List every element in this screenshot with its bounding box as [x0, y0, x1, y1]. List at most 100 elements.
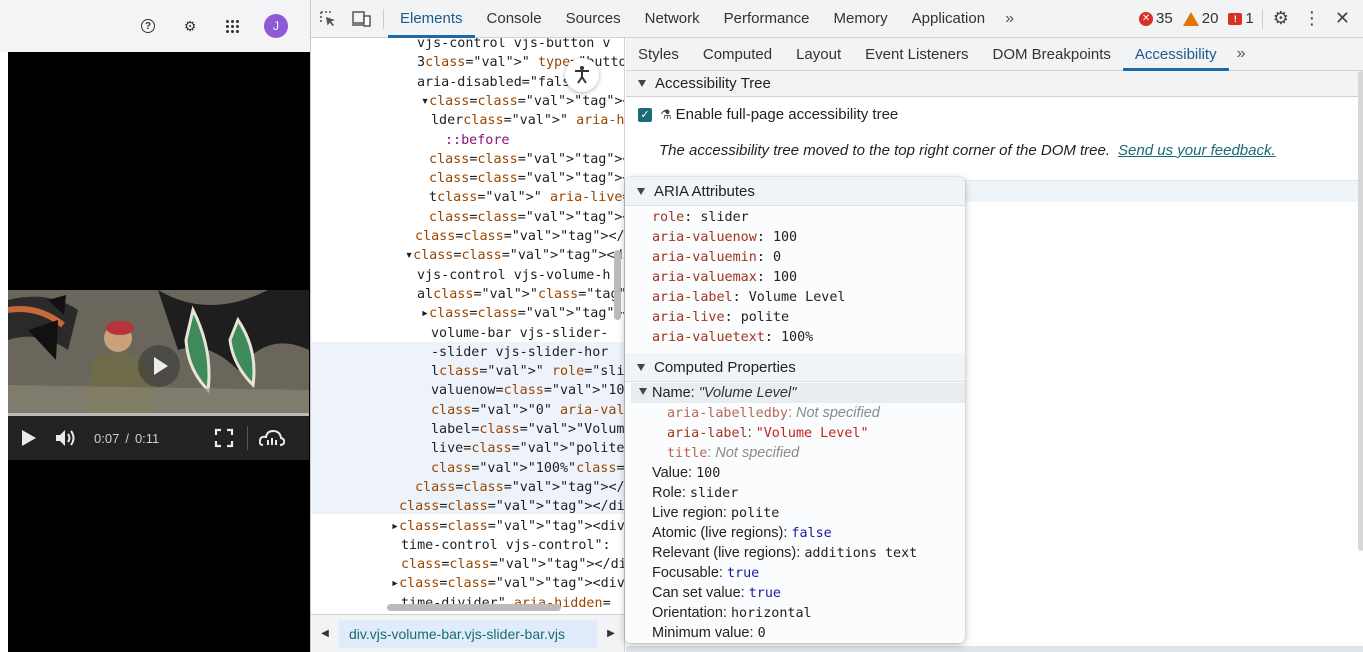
dom-node-line[interactable]: valuenow=class="val">"100" aria-va	[431, 381, 624, 400]
computed-property-row: Focusable: true	[652, 563, 759, 584]
sidebar-scrollbar[interactable]	[1358, 71, 1363, 551]
breadcrumb-left-arrow-icon[interactable]: ◀	[311, 615, 339, 652]
tab-layout[interactable]: Layout	[784, 38, 853, 71]
dom-node-line[interactable]: class=class="val">"tag"></divclass=class…	[399, 497, 624, 516]
kebab-menu-icon[interactable]: ⋮	[1303, 8, 1321, 29]
aria-attribute-row[interactable]: aria-valuemax: 100	[652, 268, 797, 288]
help-icon[interactable]: ?	[138, 16, 158, 36]
aria-attribute-row[interactable]: aria-valuetext: 100%	[652, 328, 813, 348]
computed-property-label: Value:	[652, 465, 697, 481]
dom-node-line[interactable]: lderclass="val">" aria-hidden="tru	[431, 111, 624, 130]
aria-attribute-value: 100%	[781, 330, 814, 345]
computed-property-row: Live region: polite	[652, 503, 779, 524]
aria-attributes-header[interactable]: ARIA Attributes	[625, 177, 965, 206]
breadcrumb-item[interactable]: div.vjs-volume-bar.vjs-slider-bar.vjs	[339, 619, 597, 648]
dom-node-line[interactable]: vjs-control vjs-volume-h	[417, 266, 610, 285]
dom-node-line[interactable]: ▾class=class="val">"tag"><div class="vjs…	[405, 246, 624, 265]
accessibility-tree-toggle-icon[interactable]	[565, 58, 599, 92]
dom-node-line[interactable]: time-control vjs-control":	[401, 536, 611, 555]
device-toolbar-icon[interactable]	[345, 0, 379, 38]
dom-node-line[interactable]: vjs-control vjs-button v	[417, 38, 610, 53]
video-frame	[8, 290, 309, 415]
dom-node-line[interactable]: ▾class=class="val">"tag"><span class="vj…	[421, 92, 624, 111]
tab-elements[interactable]: Elements	[388, 0, 475, 38]
dom-node-line[interactable]: class=class="val">"tag"></divclass=class…	[415, 478, 624, 497]
tab-performance[interactable]: Performance	[712, 0, 822, 38]
sidebar-more-chevron-icon[interactable]: »	[1229, 45, 1254, 63]
fullscreen-icon[interactable]	[213, 428, 235, 448]
error-count: 35	[1156, 10, 1173, 27]
dom-node-line[interactable]: volume-bar vjs-slider-	[431, 324, 608, 343]
computed-property-value: true	[748, 586, 781, 601]
dom-node-line[interactable]: lclass="val">" role="slider" aria-	[431, 362, 624, 381]
more-tabs-chevron-icon[interactable]: »	[997, 10, 1022, 28]
aria-attribute-value: 100	[772, 230, 798, 245]
aria-attribute-row[interactable]: aria-label: Volume Level	[652, 288, 846, 308]
close-icon[interactable]: ✕	[1335, 8, 1350, 29]
dom-node-line[interactable]: class=class="val">"tag"><span class="vjs…	[429, 169, 624, 188]
aria-attribute-row[interactable]: aria-valuenow: 100	[652, 228, 797, 248]
avatar[interactable]: J	[264, 14, 288, 38]
cloud-logo-icon[interactable]	[258, 429, 286, 447]
settings-gear-icon[interactable]: ⚙	[1273, 8, 1289, 29]
tab-application[interactable]: Application	[900, 0, 997, 38]
aria-attribute-row[interactable]: aria-valuemin: 0	[652, 248, 781, 268]
feedback-link[interactable]: Send us your feedback.	[1118, 142, 1276, 159]
gear-icon[interactable]: ⚙	[180, 16, 200, 36]
issue-counters[interactable]: ✕ 35 20 ! 1	[1139, 10, 1254, 27]
dom-node-line[interactable]: ▸class=class="val">"tag"><div tabindex=c…	[421, 304, 624, 323]
video-player[interactable]: 0:07 / 0:11	[8, 290, 309, 460]
dom-node-line[interactable]: class="val">"0" aria-valuemax="100	[431, 401, 624, 420]
dom-node-line[interactable]: aria-disabled="fals	[417, 73, 570, 92]
dom-node-line[interactable]: class=class="val">"tag"></divclass=class…	[401, 555, 624, 574]
dom-node-line[interactable]: class="val">"100%"class=class="val">"tag…	[431, 459, 624, 478]
warning-counter[interactable]: 20	[1182, 10, 1218, 27]
enable-tree-checkbox[interactable]: ✓	[638, 107, 652, 122]
tab-event-listeners[interactable]: Event Listeners	[853, 38, 980, 71]
video-controls: 0:07 / 0:11	[8, 416, 309, 460]
section-title: Accessibility Tree	[655, 75, 771, 92]
breadcrumb: ◀ div.vjs-volume-bar.vjs-slider-bar.vjs …	[311, 614, 624, 652]
issues-counter[interactable]: ! 1	[1228, 10, 1254, 27]
tab-accessibility[interactable]: Accessibility	[1122, 38, 1229, 71]
dom-node-line[interactable]: tclass="val">" aria-live="politeclass="v…	[429, 188, 624, 207]
dom-node-line[interactable]: ▸class=class="val">"tag"><div class="vjs…	[391, 517, 624, 536]
aria-attribute-row[interactable]: role: slider	[652, 208, 749, 228]
computed-properties-header[interactable]: Computed Properties	[625, 353, 965, 382]
name-row[interactable]: Name: "Volume Level"	[639, 383, 796, 403]
dom-node-line[interactable]: class=class="val">"tag"></spanclass=clas…	[429, 150, 624, 169]
aria-attribute-name: aria-live	[652, 310, 725, 325]
tab-dom-breakpoints[interactable]: DOM Breakpoints	[981, 38, 1123, 71]
error-counter[interactable]: ✕ 35	[1139, 10, 1173, 27]
tab-styles[interactable]: Styles	[626, 38, 691, 71]
tab-memory[interactable]: Memory	[822, 0, 900, 38]
dom-node-line[interactable]: ::before	[445, 131, 510, 150]
dom-node-line[interactable]: -slider vjs-slider-hor	[431, 343, 608, 362]
apps-grid-icon[interactable]	[222, 16, 242, 36]
tab-computed[interactable]: Computed	[691, 38, 784, 71]
dom-node-line[interactable]: class=class="val">"tag"></buttonclass=cl…	[415, 227, 624, 246]
dom-node-line[interactable]: alclass="val">"class="tag">> flex	[417, 285, 624, 304]
inspect-element-icon[interactable]	[311, 0, 345, 38]
computed-property-label: Focusable:	[652, 565, 727, 581]
enable-full-page-tree-row[interactable]: ✓ ⚗ Enable full-page accessibility tree	[638, 106, 898, 123]
dom-node-line[interactable]: live=class="val">"polite" aria-val	[431, 439, 624, 458]
duration: 0:11	[134, 430, 160, 446]
dom-scrollbar-vertical[interactable]	[614, 250, 621, 320]
tree-moved-note: The accessibility tree moved to the top …	[659, 142, 1276, 159]
play-icon[interactable]	[18, 430, 40, 446]
tab-console[interactable]: Console	[475, 0, 554, 38]
dom-scrollbar-horizontal[interactable]	[387, 604, 561, 611]
accessibility-tree-header[interactable]: Accessibility Tree	[626, 71, 1363, 97]
aria-attribute-row[interactable]: aria-live: polite	[652, 308, 789, 328]
dom-node-line[interactable]: ▸class=class="val">"tag"><div class="vjs…	[391, 574, 624, 593]
volume-icon[interactable]	[48, 428, 84, 448]
dom-node-line[interactable]: label=class="val">"Volume Level" a	[431, 420, 624, 439]
big-play-button[interactable]	[138, 345, 180, 387]
tab-sources[interactable]: Sources	[554, 0, 633, 38]
breadcrumb-right-arrow-icon[interactable]: ▶	[597, 615, 624, 652]
dom-node-line[interactable]: class=class="val">"tag"></spanclass=clas…	[429, 208, 624, 227]
computed-property-value: false	[791, 526, 832, 541]
tab-network[interactable]: Network	[633, 0, 712, 38]
name-source-value: Not specified	[796, 405, 880, 421]
